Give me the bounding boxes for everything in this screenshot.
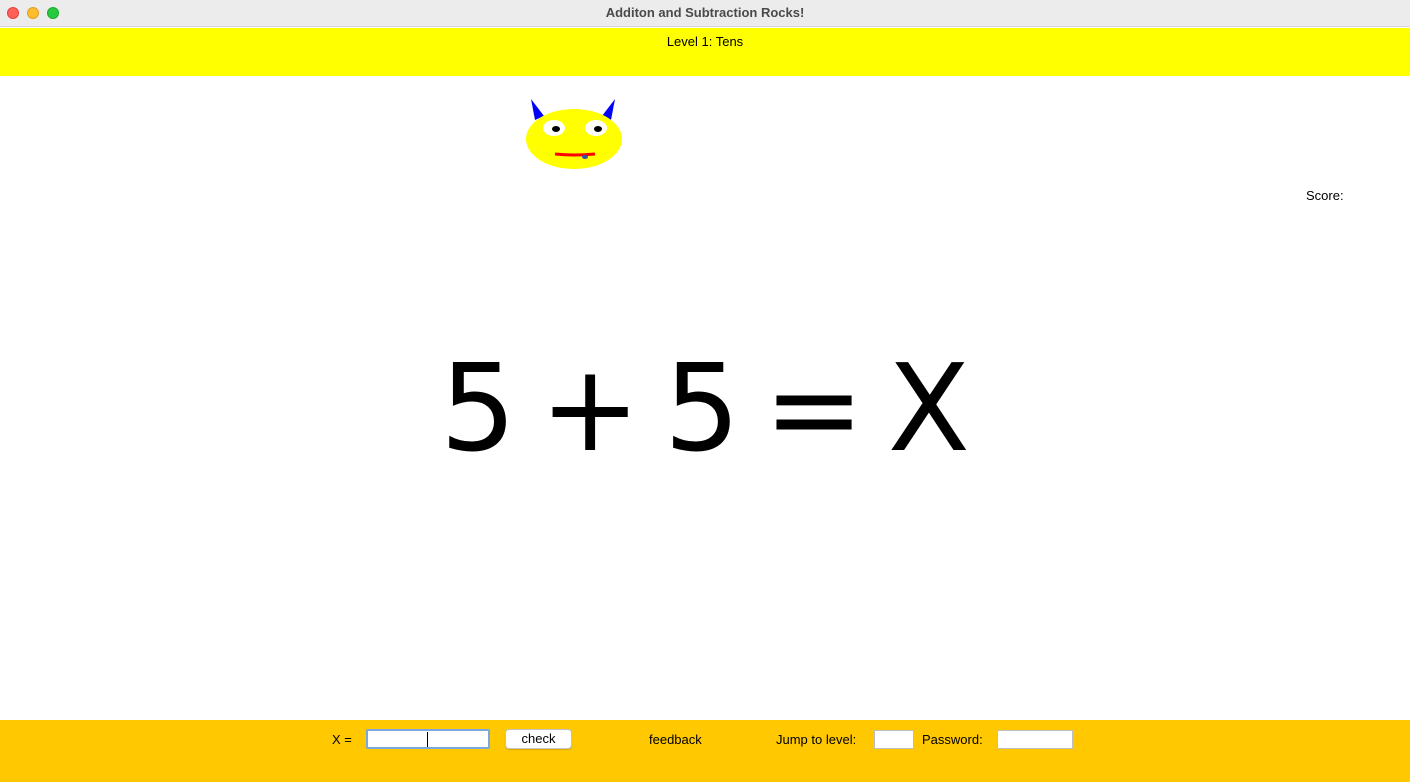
check-button[interactable]: check [505, 729, 572, 749]
feedback-text: feedback [649, 732, 702, 747]
equation-operand-a: 5 [440, 340, 517, 479]
text-caret [427, 732, 428, 747]
score-label: Score: [1306, 188, 1344, 203]
equation-operator: + [539, 340, 641, 479]
math-equation: 5 + 5 = X [440, 345, 970, 475]
app-window: Additon and Subtraction Rocks! Level 1: … [0, 0, 1410, 782]
left-pupil [552, 126, 560, 132]
monster-mouth [554, 152, 596, 157]
password-input[interactable] [997, 730, 1073, 749]
equation-equals: = [763, 340, 865, 479]
title-bar: Additon and Subtraction Rocks! [0, 0, 1410, 27]
answer-label: X = [332, 732, 352, 747]
jump-to-level-input[interactable] [874, 730, 914, 749]
horned-monster-face-icon [522, 94, 626, 174]
jump-to-level-label: Jump to level: [776, 732, 857, 747]
password-label: Password: [922, 732, 983, 747]
level-title: Level 1: Tens [666, 34, 744, 49]
equation-unknown: X [887, 340, 970, 479]
window-title: Additon and Subtraction Rocks! [605, 5, 805, 20]
monster-tongue [582, 155, 588, 159]
answer-control-bar: X = check feedback Jump to level: Passwo… [0, 720, 1410, 782]
equation-operand-b: 5 [663, 340, 741, 479]
right-pupil [594, 126, 602, 132]
monster-face [526, 109, 622, 169]
level-banner: Level 1: Tens [0, 28, 1410, 76]
answer-input[interactable] [366, 729, 490, 749]
